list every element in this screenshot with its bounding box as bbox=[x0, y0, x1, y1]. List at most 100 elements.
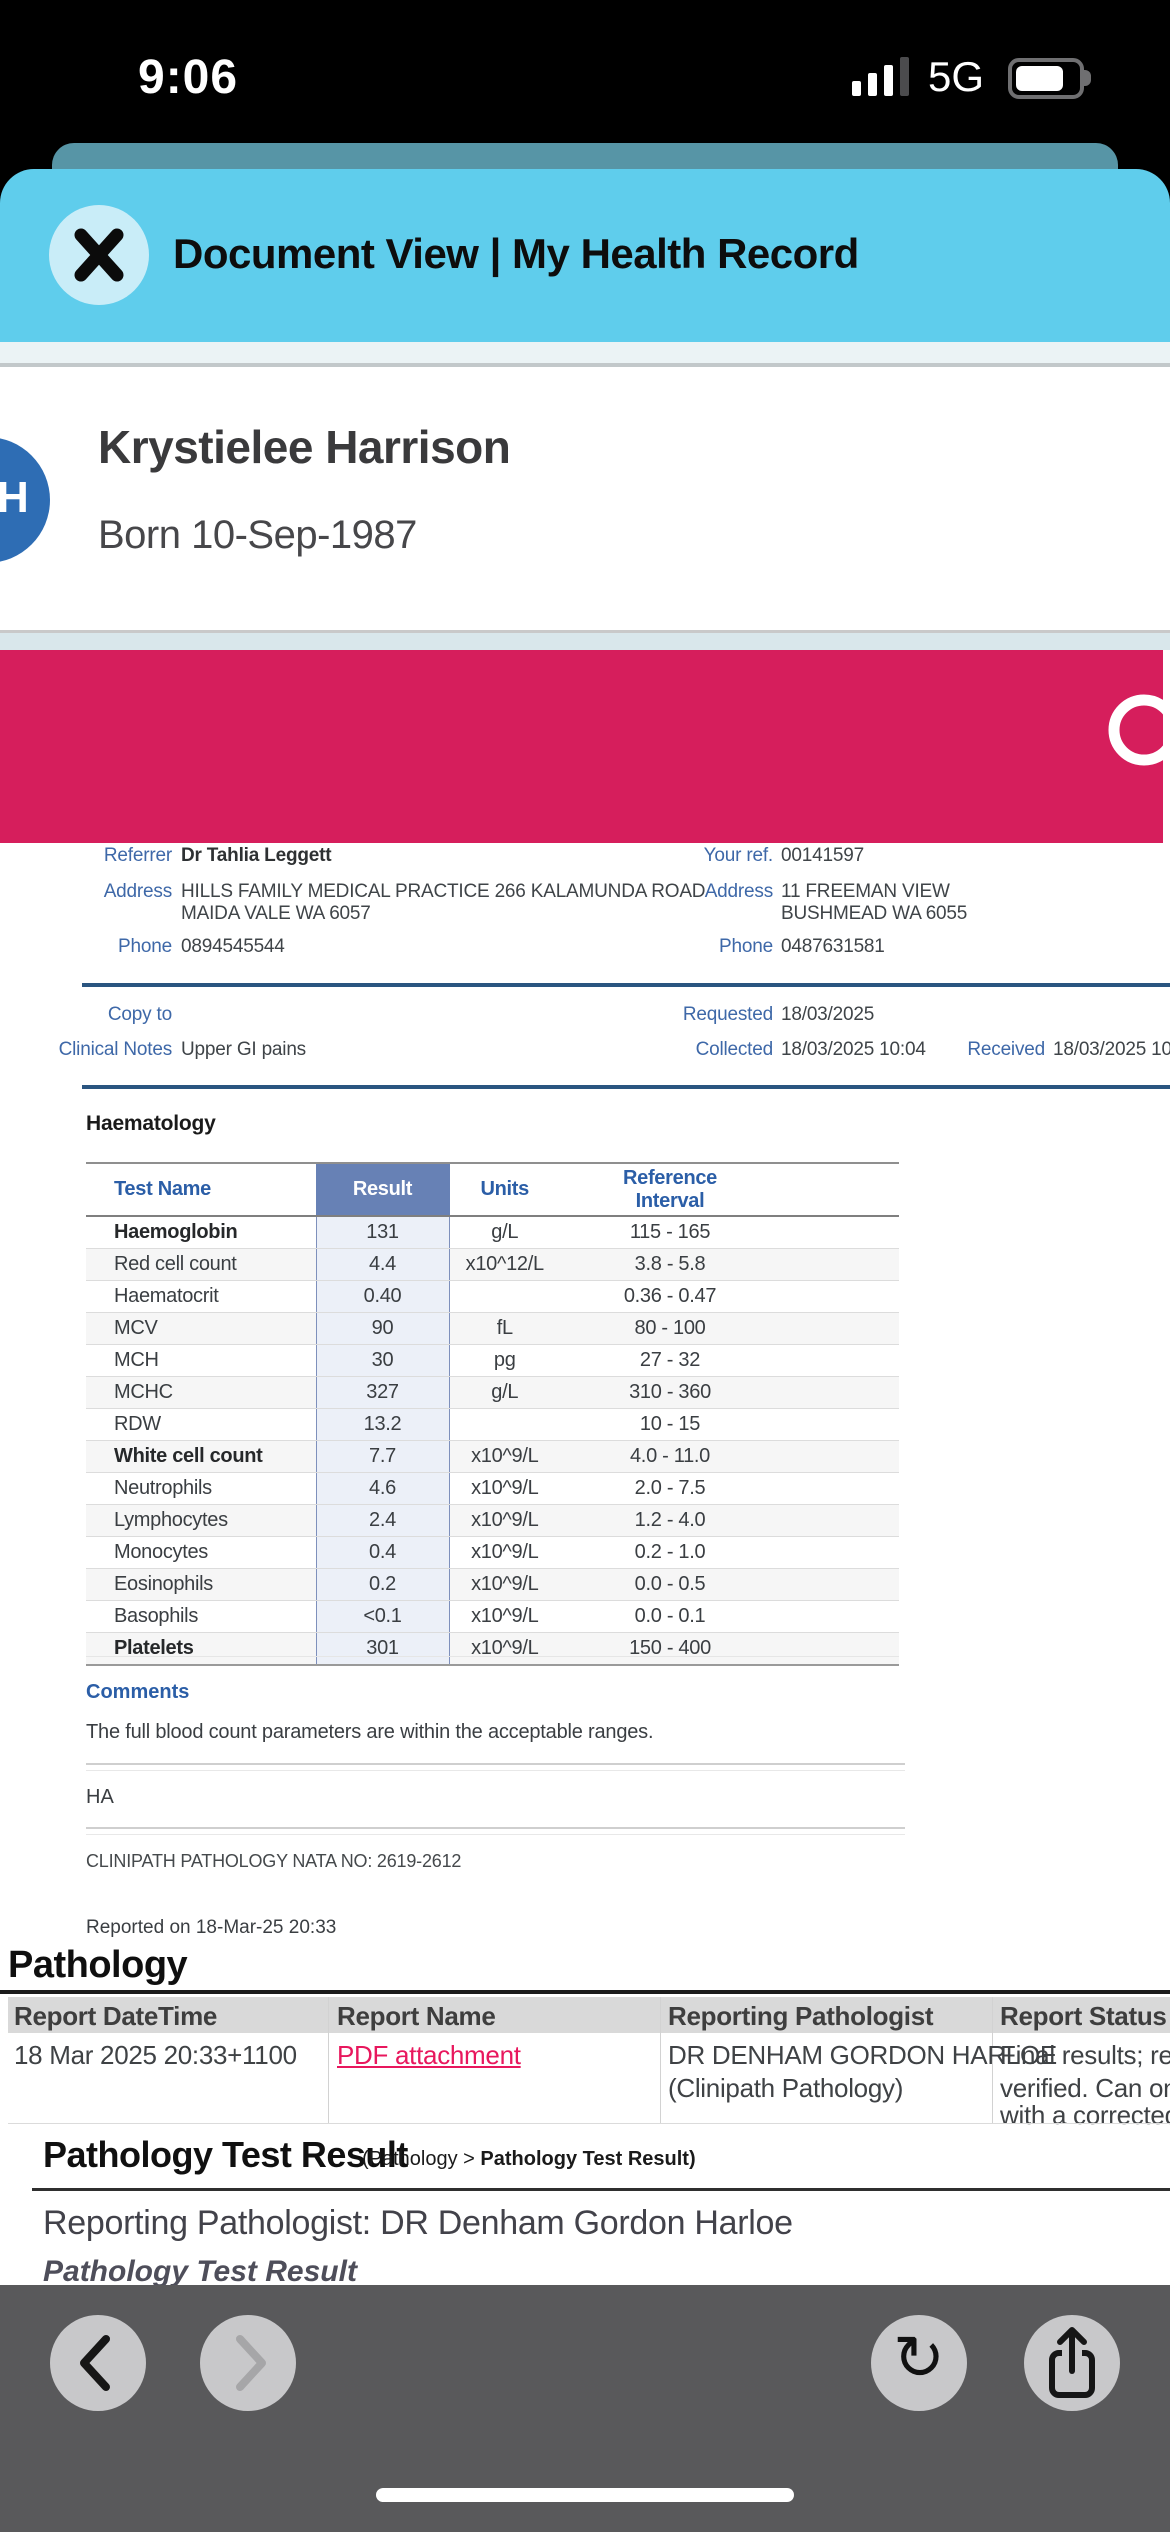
result-cell: 90 bbox=[316, 1313, 449, 1345]
refresh-button[interactable]: ↻ bbox=[871, 2315, 967, 2411]
units-cell: x10^9/L bbox=[449, 1473, 560, 1505]
units-cell: x10^9/L bbox=[449, 1441, 560, 1473]
back-button[interactable] bbox=[50, 2315, 146, 2411]
col-report-status: Report Status bbox=[1000, 2001, 1167, 2032]
page-title: Document View | My Health Record bbox=[173, 230, 859, 278]
reporting-pathologist-line: Reporting Pathologist: DR Denham Gordon … bbox=[43, 2204, 793, 2243]
network-type: 5G bbox=[928, 53, 984, 101]
report-status-line: with a corrected r bbox=[1000, 2100, 1170, 2131]
practice-phone-value: 0894545544 bbox=[181, 936, 285, 958]
pathologist-line: (Clinipath Pathology) bbox=[668, 2073, 903, 2104]
requested-value: 18/03/2025 bbox=[781, 1004, 874, 1026]
search-icon[interactable] bbox=[1100, 680, 1163, 810]
empty-cell bbox=[780, 1216, 899, 1249]
result-cell: 0.40 bbox=[316, 1281, 449, 1313]
battery-cap bbox=[1084, 70, 1091, 86]
pathologist-line: DR DENHAM GORDON HARLOE bbox=[668, 2040, 1057, 2071]
pathologist-initials: HA bbox=[86, 1786, 114, 1809]
share-icon bbox=[1024, 2315, 1120, 2411]
table-row: Eosinophils0.2x10^9/L0.0 - 0.5 bbox=[86, 1569, 899, 1601]
reference-interval-cell: 27 - 32 bbox=[560, 1345, 780, 1377]
col-header-reference-interval: Reference Interval bbox=[560, 1163, 780, 1216]
reference-interval-cell: 150 - 400 bbox=[560, 1633, 780, 1666]
share-button[interactable] bbox=[1024, 2315, 1120, 2411]
test-name-cell: MCV bbox=[86, 1313, 316, 1345]
received-value: 18/03/2025 10:04 bbox=[1053, 1039, 1170, 1061]
patient-dob: Born 10-Sep-1987 bbox=[98, 513, 417, 558]
result-cell: 13.2 bbox=[316, 1409, 449, 1441]
close-button[interactable] bbox=[49, 205, 149, 305]
col-report-datetime: Report DateTime bbox=[14, 2001, 217, 2032]
practice-address-line2: MAIDA VALE WA 6057 bbox=[181, 903, 371, 925]
table-row: MCH30pg27 - 32 bbox=[86, 1345, 899, 1377]
table-row: Haemoglobin131g/L115 - 165 bbox=[86, 1216, 899, 1249]
units-cell: g/L bbox=[449, 1377, 560, 1409]
lab-accreditation-line: CLINIPATH PATHOLOGY NATA NO: 2619-2612 bbox=[86, 1851, 461, 1872]
test-name-cell: Basophils bbox=[86, 1601, 316, 1633]
col-header-units: Units bbox=[449, 1163, 560, 1216]
reference-interval-cell: 0.0 - 0.1 bbox=[560, 1601, 780, 1633]
units-cell: x10^9/L bbox=[449, 1569, 560, 1601]
test-name-cell: MCH bbox=[86, 1345, 316, 1377]
empty-cell bbox=[780, 1569, 899, 1601]
pathology-test-result-heading: Pathology Test Result bbox=[43, 2134, 408, 2176]
home-indicator[interactable] bbox=[376, 2488, 794, 2502]
patient-address-line2: BUSHMEAD WA 6055 bbox=[781, 903, 967, 925]
reference-interval-cell: 1.2 - 4.0 bbox=[560, 1505, 780, 1537]
table-row: MCV90fL80 - 100 bbox=[86, 1313, 899, 1345]
reference-interval-cell: 4.0 - 11.0 bbox=[560, 1441, 780, 1473]
empty-cell bbox=[780, 1313, 899, 1345]
comments-label: Comments bbox=[86, 1681, 189, 1704]
reference-interval-cell: 0.2 - 1.0 bbox=[560, 1537, 780, 1569]
table-row: Platelets301x10^9/L150 - 400 bbox=[86, 1633, 899, 1666]
empty-cell bbox=[780, 1281, 899, 1313]
units-cell: x10^9/L bbox=[449, 1537, 560, 1569]
report-status-line: Final results; resu bbox=[1000, 2040, 1170, 2071]
table-row: White cell count7.7x10^9/L4.0 - 11.0 bbox=[86, 1441, 899, 1473]
test-name-cell: Platelets bbox=[86, 1633, 316, 1666]
empty-cell bbox=[780, 1345, 899, 1377]
units-cell: x10^12/L bbox=[449, 1249, 560, 1281]
avatar-initial: H bbox=[0, 473, 29, 523]
units-cell: fL bbox=[449, 1313, 560, 1345]
col-report-name: Report Name bbox=[337, 2001, 496, 2032]
comments-divider-2 bbox=[86, 1827, 905, 1835]
report-datetime-value: 18 Mar 2025 20:33+1100 bbox=[14, 2040, 297, 2071]
empty-cell bbox=[780, 1473, 899, 1505]
test-name-cell: Neutrophils bbox=[86, 1473, 316, 1505]
breadcrumb: (Pathology > Pathology Test Result) bbox=[362, 2148, 696, 2171]
forward-button[interactable] bbox=[200, 2315, 296, 2411]
practice-phone-label: Phone bbox=[60, 936, 172, 958]
column-divider bbox=[328, 1997, 329, 2123]
empty-cell bbox=[780, 1505, 899, 1537]
back-icon bbox=[50, 2315, 146, 2411]
reference-interval-cell: 0.36 - 0.47 bbox=[560, 1281, 780, 1313]
reference-interval-cell: 80 - 100 bbox=[560, 1313, 780, 1345]
table-header-row: Test Name Result Units Reference Interva… bbox=[86, 1163, 899, 1216]
pathology-row-border bbox=[8, 2123, 1170, 2124]
test-result-rule bbox=[32, 2188, 1170, 2191]
patient-address-label: Address bbox=[613, 881, 773, 903]
header-lower-band bbox=[0, 342, 1170, 363]
content-top-strip bbox=[0, 633, 1170, 650]
clinical-notes-value: Upper GI pains bbox=[181, 1039, 306, 1061]
reference-interval-cell: 2.0 - 7.5 bbox=[560, 1473, 780, 1505]
test-name-cell: Monocytes bbox=[86, 1537, 316, 1569]
empty-cell bbox=[780, 1409, 899, 1441]
reported-on-line: Reported on 18-Mar-25 20:33 bbox=[86, 1917, 336, 1939]
table-row: Monocytes0.4x10^9/L0.2 - 1.0 bbox=[86, 1537, 899, 1569]
units-cell: x10^9/L bbox=[449, 1505, 560, 1537]
table-row: Neutrophils4.6x10^9/L2.0 - 7.5 bbox=[86, 1473, 899, 1505]
col-header-empty bbox=[780, 1163, 899, 1216]
reference-interval-cell: 115 - 165 bbox=[560, 1216, 780, 1249]
iphone-screen: 9:06 5G Document View | My Health Record… bbox=[0, 0, 1170, 2532]
result-cell: 4.6 bbox=[316, 1473, 449, 1505]
your-ref-value: 00141597 bbox=[781, 845, 864, 867]
comments-divider-1 bbox=[86, 1763, 905, 1771]
pdf-attachment-link[interactable]: PDF attachment bbox=[337, 2040, 521, 2071]
patient-phone-value: 0487631581 bbox=[781, 936, 885, 958]
result-cell: 301 bbox=[316, 1633, 449, 1666]
test-name-cell: RDW bbox=[86, 1409, 316, 1441]
comments-text: The full blood count parameters are with… bbox=[86, 1721, 653, 1744]
pathology-title-rule bbox=[0, 1990, 1170, 1994]
